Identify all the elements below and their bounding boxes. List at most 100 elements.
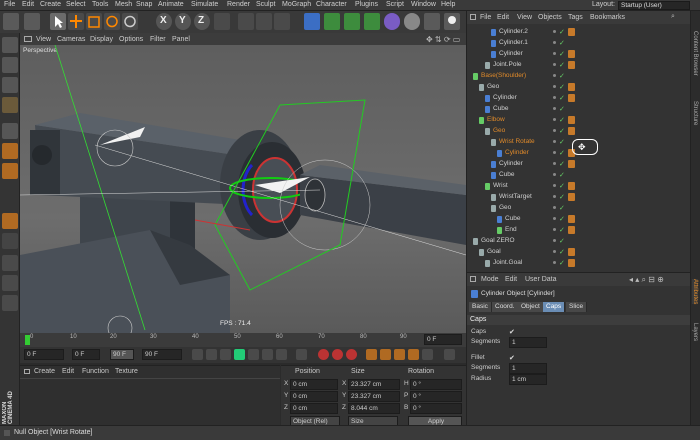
visibility-dot-icon[interactable]: [553, 184, 556, 187]
visibility-dot-icon[interactable]: [553, 140, 556, 143]
rotation-p-field[interactable]: 0 °: [410, 391, 462, 402]
enabled-check-icon[interactable]: ✓: [559, 193, 565, 201]
menu-character[interactable]: Character: [316, 1, 347, 8]
position-z-field[interactable]: 0 cm: [290, 403, 338, 414]
visibility-dot-icon[interactable]: [553, 228, 556, 231]
move-tool-icon[interactable]: [68, 13, 84, 30]
rotation-h-field[interactable]: 0 °: [410, 379, 462, 390]
visibility-dot-icon[interactable]: [553, 129, 556, 132]
om-menu-tags[interactable]: Tags: [568, 14, 583, 21]
enabled-check-icon[interactable]: ✓: [559, 50, 565, 58]
size-y-field[interactable]: 23.327 cm: [348, 391, 400, 402]
enabled-check-icon[interactable]: ✓: [559, 39, 565, 47]
attr-menu-userdata[interactable]: User Data: [525, 276, 557, 283]
om-menu-edit[interactable]: Edit: [497, 14, 509, 21]
tag-icon[interactable]: [568, 28, 575, 36]
visibility-dot-icon[interactable]: [553, 52, 556, 55]
z-axis-icon[interactable]: Z: [194, 13, 210, 30]
menu-create[interactable]: Create: [40, 1, 61, 8]
tab-object[interactable]: Object: [518, 302, 544, 312]
viewport-nav-icons[interactable]: ✥ ⇅ ⟳ ▭: [426, 35, 460, 44]
menu-render[interactable]: Render: [227, 1, 250, 8]
prev-frame-icon[interactable]: [220, 349, 231, 360]
caps-checkbox[interactable]: ✔: [509, 328, 515, 336]
radius-field[interactable]: 1 cm: [509, 374, 547, 385]
next-frame-icon[interactable]: [248, 349, 259, 360]
tag-icon[interactable]: [568, 259, 575, 267]
scale-tool-icon[interactable]: [86, 13, 102, 30]
record-icon[interactable]: [318, 349, 329, 360]
camera-icon[interactable]: [424, 13, 440, 30]
visibility-dot-icon[interactable]: [553, 206, 556, 209]
object-tree-row[interactable]: Elbow ✓: [467, 115, 691, 126]
render-view-icon[interactable]: [238, 13, 254, 30]
undo-icon[interactable]: [3, 13, 19, 30]
object-tree-row[interactable]: Cylinder ✓: [467, 93, 691, 104]
side-tab-structure[interactable]: Structure: [692, 101, 698, 125]
menu-file[interactable]: File: [4, 1, 15, 8]
enabled-check-icon[interactable]: ✓: [559, 182, 565, 190]
attr-menu-mode[interactable]: Mode: [481, 276, 499, 283]
tag-icon[interactable]: [568, 193, 575, 201]
size-z-field[interactable]: 8.044 cm: [348, 403, 400, 414]
enabled-check-icon[interactable]: ✓: [559, 149, 565, 157]
points-mode-icon[interactable]: [2, 123, 18, 139]
enabled-check-icon[interactable]: ✓: [559, 83, 565, 91]
render-picture-icon[interactable]: [256, 13, 272, 30]
visibility-dot-icon[interactable]: [553, 63, 556, 66]
lock-icon[interactable]: [2, 275, 18, 291]
attr-menu-edit[interactable]: Edit: [505, 276, 517, 283]
enabled-check-icon[interactable]: ✓: [559, 160, 565, 168]
max-frame-field[interactable]: 90 F: [142, 349, 182, 360]
object-tree-row[interactable]: Geo ✓: [467, 203, 691, 214]
visibility-dot-icon[interactable]: [553, 250, 556, 253]
material-menu-create[interactable]: Create: [34, 368, 55, 375]
timeline-menu-icon[interactable]: [444, 349, 455, 360]
enabled-check-icon[interactable]: ✓: [559, 72, 565, 80]
coordinate-system-icon[interactable]: [214, 13, 230, 30]
light-icon[interactable]: [444, 13, 460, 30]
prev-key-icon[interactable]: [206, 349, 217, 360]
axis-mode-icon[interactable]: [2, 213, 18, 229]
object-tree-row[interactable]: WristTarget ✓: [467, 192, 691, 203]
goto-start-icon[interactable]: [192, 349, 203, 360]
key-rotation-icon[interactable]: [394, 349, 405, 360]
object-tree-row[interactable]: Wrist ✓: [467, 181, 691, 192]
rotation-b-field[interactable]: 0 °: [410, 403, 462, 414]
viewport-menu-panel[interactable]: Panel: [172, 36, 190, 43]
side-tab-content-browser[interactable]: Content Browser: [692, 31, 698, 76]
segments-field[interactable]: 1: [509, 337, 547, 348]
range-end-field[interactable]: 90 F: [110, 349, 134, 360]
om-menu-view[interactable]: View: [517, 14, 532, 21]
key-scale-icon[interactable]: [380, 349, 391, 360]
menu-mesh[interactable]: Mesh: [115, 1, 132, 8]
object-tree-row[interactable]: Cylinder.2 ✓: [467, 27, 691, 38]
tab-basic[interactable]: Basic: [469, 302, 492, 312]
size-x-field[interactable]: 23.327 cm: [348, 379, 400, 390]
select-tool-icon[interactable]: [50, 13, 66, 30]
enabled-check-icon[interactable]: ✓: [559, 61, 565, 69]
edges-mode-icon[interactable]: [2, 143, 18, 159]
attr-nav-icons[interactable]: ◂ ▴ ⌕ ⊟ ⊕: [629, 275, 664, 285]
menu-edit[interactable]: Edit: [22, 1, 34, 8]
enabled-check-icon[interactable]: ✓: [559, 127, 565, 135]
key-parameter-icon[interactable]: [408, 349, 419, 360]
search-icon[interactable]: ⌕: [671, 13, 675, 21]
model-mode-icon[interactable]: [2, 57, 18, 73]
position-x-field[interactable]: 0 cm: [290, 379, 338, 390]
timeline-end-field[interactable]: 0 F: [424, 334, 462, 345]
redo-icon[interactable]: [24, 13, 40, 30]
visibility-dot-icon[interactable]: [553, 107, 556, 110]
tag-icon[interactable]: [568, 83, 575, 91]
fillet-checkbox[interactable]: ✔: [509, 354, 515, 362]
object-tree-row[interactable]: Goal ZERO ✓: [467, 236, 691, 247]
timeline-ruler[interactable]: 0 10 20 30 40 50 60 70 80 90 0 F: [20, 333, 466, 347]
tab-slice[interactable]: Slice: [566, 302, 588, 312]
subdivision-icon[interactable]: [344, 13, 360, 30]
menu-window[interactable]: Window: [411, 1, 436, 8]
enabled-check-icon[interactable]: ✓: [559, 237, 565, 245]
tag-icon[interactable]: [568, 50, 575, 58]
panel-layout-icon[interactable]: [470, 14, 476, 20]
visibility-dot-icon[interactable]: [553, 173, 556, 176]
object-tree-row[interactable]: Geo ✓: [467, 126, 691, 137]
